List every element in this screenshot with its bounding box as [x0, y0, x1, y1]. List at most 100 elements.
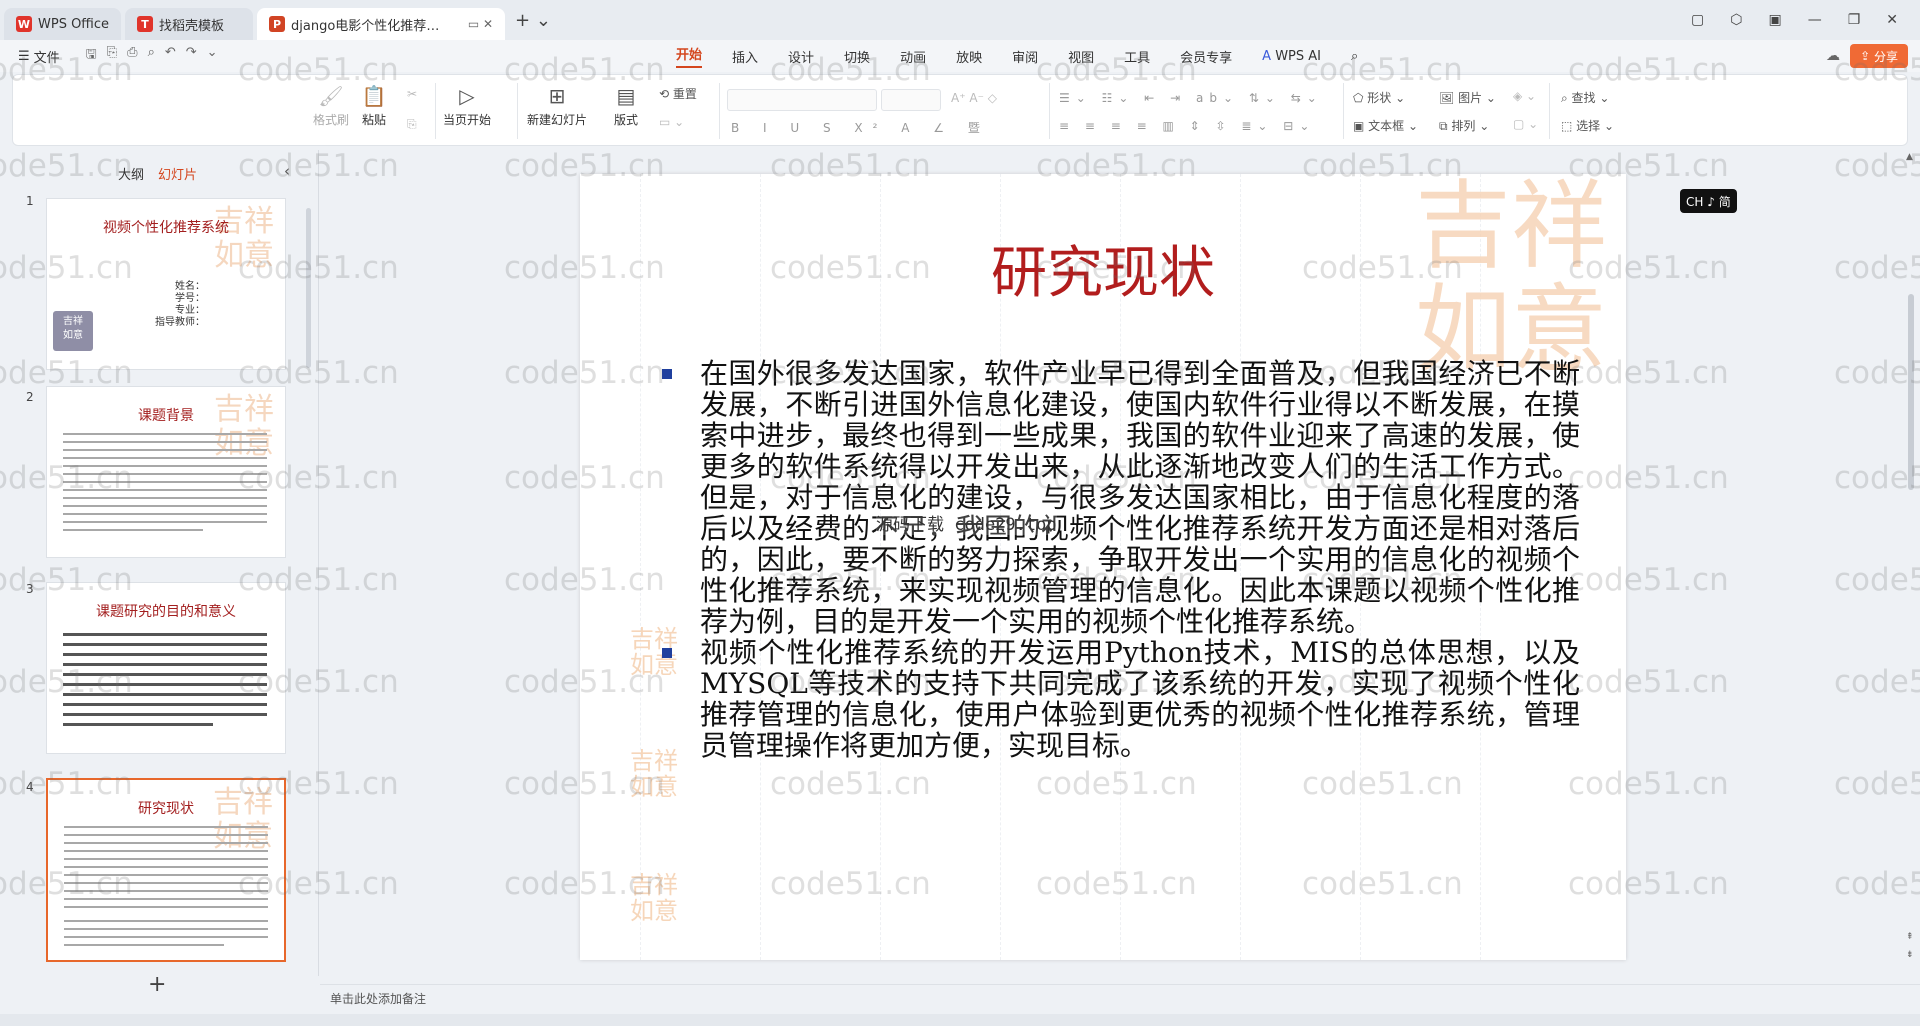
align-icons[interactable]: ≡ ≡ ≡ ≡ ▥ ⇕ ⇳ ≣⌄ ⊟⌄ [1059, 119, 1315, 133]
tab-view[interactable]: 视图 [1068, 47, 1094, 66]
play-from-current-button[interactable]: ▷ 当页开始 [443, 81, 491, 128]
minimize-icon[interactable]: — [1808, 12, 1822, 28]
next-slide-icon[interactable]: ⇟ [1906, 950, 1914, 960]
tab-tools[interactable]: 工具 [1124, 47, 1150, 66]
collapse-pane-icon[interactable]: ‹ [284, 162, 290, 180]
maximize-icon[interactable]: ❐ [1848, 12, 1861, 28]
ribbon-toolbar: 🖌 格式刷 📋 粘贴 ✂ ⎘ ▷ 当页开始 ⊞ 新建幻灯片 ▤ 版式 ⟲ 重置 … [12, 74, 1908, 146]
slide-thumbnail-3[interactable]: 课题研究的目的和意义 [46, 582, 286, 754]
text-line [63, 521, 267, 523]
tab-review[interactable]: 审阅 [1012, 47, 1038, 66]
cloud-upload-icon[interactable]: ☁ [1826, 48, 1840, 64]
search-icon[interactable]: ⌕ [1351, 49, 1358, 64]
text-line [63, 465, 267, 467]
text-style-icons[interactable]: B I U S X² A ∠ 暨 [731, 119, 990, 136]
list-icons[interactable]: ☰⌄ ☷⌄ ⇤ ⇥ ab⌄ ⇅⌄ ⇆⌄ [1059, 91, 1323, 105]
tab-animation[interactable]: 动画 [900, 47, 926, 66]
textbox-label: 文本框 [1368, 119, 1405, 133]
cut-icon[interactable]: ✂ [407, 87, 417, 101]
add-slide-icon[interactable]: + [148, 972, 166, 997]
prev-slide-icon[interactable]: ⇞ [1906, 932, 1914, 942]
pane-divider[interactable] [318, 150, 319, 976]
fill-icon[interactable]: ◈ ⌄ [1513, 89, 1536, 103]
ime-badge[interactable]: CH ♪ 简 [1680, 189, 1737, 213]
slide-body[interactable]: 在国外很多发达国家，软件产业早已得到全面普及，但我国经济已不断发展，不断引进国外… [660, 358, 1580, 761]
wps-ai-button[interactable]: A WPS AI [1262, 49, 1321, 64]
shape-button[interactable]: ⬠ 形状 ⌄ [1353, 89, 1405, 106]
grow-font-icon[interactable]: A⁺ A⁻ ◇ [951, 91, 997, 105]
file-menu[interactable]: ☰ 文件 [18, 47, 60, 66]
tab-slideshow[interactable]: 放映 [956, 47, 982, 66]
tab-wps-office[interactable]: W WPS Office [4, 8, 122, 40]
text-line [64, 826, 268, 828]
find-button[interactable]: ⌕ 查找 ⌄ [1561, 89, 1609, 106]
undo-icon[interactable]: ↶ [165, 45, 176, 67]
redo-icon[interactable]: ↷ [186, 45, 197, 67]
canvas-scrollbar[interactable]: ▲ ⇞ ⇟ [1904, 150, 1918, 976]
slide-title[interactable]: 研究现状 [580, 228, 1626, 309]
save-icon[interactable]: 🖫 [86, 45, 97, 67]
scrollbar-thumb[interactable] [1908, 294, 1914, 490]
find-label: 查找 [1571, 91, 1596, 105]
tab-label: 找稻壳模板 [159, 18, 225, 34]
share-button[interactable]: ⇪ 分享 [1850, 44, 1908, 68]
tab-close-icon[interactable]: ▭ ✕ [460, 17, 493, 31]
tab-label: django电影个性化推荐系统 [291, 18, 442, 34]
copy-icon[interactable]: ⎘ [407, 117, 417, 132]
more-chevron-icon[interactable]: ⌄ [207, 45, 218, 67]
slide-thumbnail-1[interactable]: 吉祥 如意 视频个性化推荐系统 姓名： 学号： 专业： 指导教师： 吉祥 如意 [46, 198, 286, 370]
bullet-paragraph[interactable]: 在国外很多发达国家，软件产业早已得到全面普及，但我国经济已不断发展，不断引进国外… [660, 358, 1580, 637]
thumbnail-title: 课题研究的目的和意义 [96, 604, 236, 620]
tab-slides[interactable]: 幻灯片 [158, 164, 197, 183]
slide-thumbnail-2[interactable]: 吉祥 如意 课题背景 [46, 386, 286, 558]
restore-layout-icon[interactable]: ▢ [1691, 12, 1704, 28]
avatar-icon[interactable]: ▣ [1768, 12, 1781, 28]
text-line [63, 643, 267, 646]
cube-icon[interactable]: ⬡ [1730, 12, 1742, 28]
play-from-current-label: 当页开始 [443, 113, 492, 127]
layout-icon: ▤ [616, 84, 636, 108]
tab-home[interactable]: 开始 [676, 44, 703, 68]
font-family-select[interactable] [727, 89, 877, 111]
paste-button[interactable]: 📋 粘贴 [359, 81, 389, 128]
new-slide-button[interactable]: ⊞ 新建幻灯片 [527, 81, 587, 128]
format-painter-button[interactable]: 🖌 格式刷 [313, 81, 349, 128]
notes-placeholder: 单击此处添加备注 [330, 992, 427, 1006]
tab-template[interactable]: T 找稻壳模板 [125, 8, 254, 40]
preview-icon[interactable]: ⌕ [148, 45, 155, 67]
tab-member[interactable]: 会员专享 [1180, 47, 1232, 66]
reset-label: 重置 [672, 87, 697, 101]
print-icon[interactable]: ⎙ [127, 45, 137, 67]
notes-pane[interactable]: 单击此处添加备注 [320, 984, 1920, 1012]
text-line [63, 683, 267, 686]
text-line [64, 936, 268, 938]
font-size-select[interactable] [881, 89, 941, 111]
tab-insert[interactable]: 插入 [732, 47, 758, 66]
tab-outline[interactable]: 大纲 [118, 164, 144, 183]
tab-design[interactable]: 设计 [788, 47, 814, 66]
slide-thumbnail-4[interactable]: 吉祥 如意 研究现状 [46, 778, 286, 962]
divider [517, 83, 518, 139]
thumbnail-title: 课题背景 [138, 408, 194, 424]
scroll-up-icon[interactable]: ▲ [1906, 152, 1913, 162]
bullet-paragraph[interactable]: 视频个性化推荐系统的开发运用Python技术，MIS的总体思想，以及MYSQL等… [660, 637, 1580, 761]
export-icon[interactable]: ⎘ [107, 45, 117, 67]
reset-button[interactable]: ⟲ 重置 [659, 85, 697, 102]
thumbnail-scrollbar[interactable] [306, 208, 311, 368]
slide-canvas[interactable]: 吉祥 如意 吉祥 如意 吉祥 如意 吉祥 如意 研究现状 在国外很多发达国家，软件产业早… [580, 174, 1626, 960]
picture-button[interactable]: 🖼 图片 ⌄ [1439, 89, 1496, 106]
tab-transition[interactable]: 切换 [844, 47, 870, 66]
tab-document[interactable]: P django电影个性化推荐系统 ▭ ✕ [257, 8, 506, 40]
text-line [64, 944, 224, 946]
new-tab-icon[interactable]: + ⌄ [515, 10, 551, 31]
text-line [63, 433, 267, 435]
arrange-button[interactable]: ⧉ 排列 ⌄ [1439, 117, 1489, 134]
text-line [63, 713, 267, 716]
section-button[interactable]: ▭ ⌄ [659, 115, 684, 129]
close-icon[interactable]: ✕ [1886, 12, 1898, 28]
textbox-button[interactable]: ▣ 文本框 ⌄ [1353, 117, 1418, 134]
thumbnail-title: 视频个性化推荐系统 [103, 220, 229, 236]
outline-icon[interactable]: ▢ ⌄ [1513, 117, 1538, 131]
select-button[interactable]: ⬚ 选择 ⌄ [1561, 117, 1614, 134]
layout-button[interactable]: ▤ 版式 [611, 81, 641, 128]
